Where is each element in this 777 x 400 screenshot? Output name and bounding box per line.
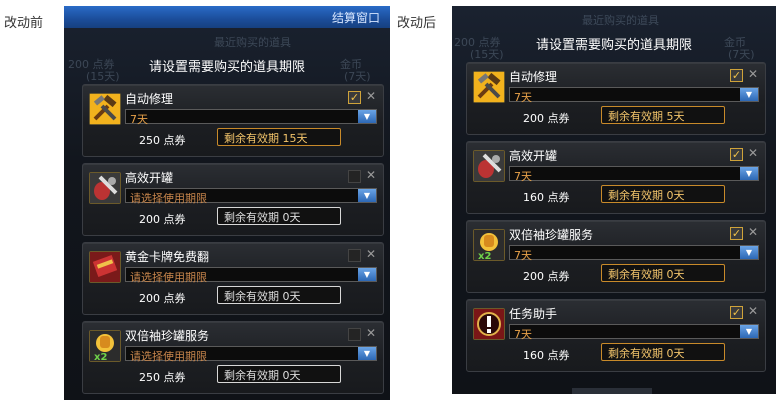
item-name: 双倍袖珍罐服务 [509, 228, 594, 242]
chevron-down-icon[interactable]: ▼ [358, 110, 376, 123]
item-card: 自动修理 ✓ ✕ 7天 ▼ 250 点券 剩余有效期 15天 [82, 84, 384, 157]
item-name: 高效开罐 [509, 149, 558, 163]
item-checkbox[interactable] [348, 249, 361, 262]
duration-select-value: 7天 [514, 249, 532, 262]
item-card: x2 双倍袖珍罐服务 ✕ 请选择使用期限 ▼ 250 点券 剩余有效期 0天 [82, 321, 384, 394]
duration-select[interactable]: 请选择使用期限 ▼ [125, 267, 377, 284]
duration-select[interactable]: 7天 ▼ [509, 166, 759, 183]
window-topbar: 结算窗口 [64, 6, 390, 28]
item-price: 250 点券 [139, 134, 186, 147]
remaining-validity: 剩余有效期 0天 [217, 286, 341, 304]
duration-select[interactable]: 7天 ▼ [509, 324, 759, 341]
double-can-icon: x2 [473, 229, 505, 262]
remaining-validity: 剩余有效期 0天 [217, 365, 341, 383]
duration-select[interactable]: 请选择使用期限 ▼ [125, 188, 377, 205]
chevron-down-icon[interactable]: ▼ [358, 268, 376, 281]
caption-before: 改动前 [4, 16, 44, 31]
duration-select-value: 7天 [514, 170, 532, 183]
svg-text:x2: x2 [94, 352, 107, 361]
item-price: 160 点券 [523, 349, 570, 362]
item-name: 任务助手 [509, 307, 558, 321]
ghost-title: 最近购买的道具 [214, 36, 291, 49]
scroll-hint [572, 388, 652, 394]
caption-after: 改动后 [397, 16, 437, 31]
can-opener-icon [89, 172, 121, 204]
dialog-title: 请设置需要购买的道具期限 [535, 38, 692, 53]
duration-select-value: 请选择使用期限 [130, 350, 207, 363]
item-checkbox[interactable]: ✓ [730, 148, 743, 161]
double-can-icon: x2 [89, 330, 121, 363]
remove-icon[interactable]: ✕ [366, 89, 376, 103]
item-card: 自动修理 ✓ ✕ 7天 ▼ 200 点券 剩余有效期 5天 [466, 62, 766, 135]
item-checkbox[interactable]: ✓ [730, 306, 743, 319]
item-card: x2 双倍袖珍罐服务 ✓ ✕ 7天 ▼ 200 点券 剩余有效期 0天 [466, 220, 766, 293]
chevron-down-icon[interactable]: ▼ [358, 347, 376, 360]
item-checkbox[interactable]: ✓ [730, 69, 743, 82]
duration-select-value: 请选择使用期限 [130, 271, 207, 284]
remove-icon[interactable]: ✕ [748, 304, 758, 318]
item-checkbox[interactable]: ✓ [348, 91, 361, 104]
remove-icon[interactable]: ✕ [748, 225, 758, 239]
chevron-down-icon[interactable]: ▼ [740, 246, 758, 259]
duration-select[interactable]: 7天 ▼ [125, 109, 377, 126]
item-checkbox[interactable] [348, 328, 361, 341]
duration-select-value: 7天 [514, 328, 532, 341]
item-price: 200 点券 [139, 292, 186, 305]
dialog-title: 请设置需要购买的道具期限 [148, 60, 305, 75]
remaining-validity: 剩余有效期 0天 [601, 264, 725, 282]
gold-card-icon [89, 251, 121, 283]
item-name: 自动修理 [125, 92, 174, 106]
ghost-title: 最近购买的道具 [582, 14, 659, 27]
remove-icon[interactable]: ✕ [366, 168, 376, 182]
chevron-down-icon[interactable]: ▼ [740, 167, 758, 180]
item-name: 高效开罐 [125, 171, 174, 185]
item-name: 双倍袖珍罐服务 [125, 329, 210, 343]
item-card: 任务助手 ✓ ✕ 7天 ▼ 160 点券 剩余有效期 0天 [466, 299, 766, 372]
chevron-down-icon[interactable]: ▼ [740, 325, 758, 338]
duration-select-value: 7天 [130, 113, 148, 126]
item-checkbox[interactable]: ✓ [730, 227, 743, 240]
item-price: 160 点券 [523, 191, 570, 204]
duration-select[interactable]: 请选择使用期限 ▼ [125, 346, 377, 363]
item-card: 高效开罐 ✕ 请选择使用期限 ▼ 200 点券 剩余有效期 0天 [82, 163, 384, 236]
hammer-wrench-icon [89, 93, 121, 125]
remove-icon[interactable]: ✕ [366, 247, 376, 261]
chevron-down-icon[interactable]: ▼ [358, 189, 376, 202]
item-name: 自动修理 [509, 70, 558, 84]
duration-select-value: 7天 [514, 91, 532, 104]
duration-select[interactable]: 7天 ▼ [509, 87, 759, 104]
item-checkbox[interactable] [348, 170, 361, 183]
mission-helper-icon [473, 308, 505, 340]
hammer-wrench-icon [473, 71, 505, 103]
duration-select[interactable]: 7天 ▼ [509, 245, 759, 262]
remove-icon[interactable]: ✕ [748, 67, 758, 81]
can-opener-icon [473, 150, 505, 182]
remove-icon[interactable]: ✕ [748, 146, 758, 160]
remaining-validity: 剩余有效期 0天 [217, 207, 341, 225]
settlement-panel-before: 结算窗口 最近购买的道具 200 点券 (15天) 金币 (7天) 请设置需要购… [64, 6, 390, 400]
remove-icon[interactable]: ✕ [366, 326, 376, 340]
remaining-validity: 剩余有效期 0天 [601, 343, 725, 361]
item-price: 250 点券 [139, 371, 186, 384]
item-price: 200 点券 [523, 112, 570, 125]
remaining-validity: 剩余有效期 15天 [217, 128, 341, 146]
settlement-panel-after: 最近购买的道具 200 点券 (15天) 金币 (7天) 请设置需要购买的道具期… [452, 6, 776, 394]
item-card: 高效开罐 ✓ ✕ 7天 ▼ 160 点券 剩余有效期 0天 [466, 141, 766, 214]
svg-text:x2: x2 [478, 251, 491, 260]
item-card: 黄金卡牌免费翻 ✕ 请选择使用期限 ▼ 200 点券 剩余有效期 0天 [82, 242, 384, 315]
remaining-validity: 剩余有效期 5天 [601, 106, 725, 124]
item-price: 200 点券 [139, 213, 186, 226]
item-price: 200 点券 [523, 270, 570, 283]
item-name: 黄金卡牌免费翻 [125, 250, 210, 264]
settlement-window-button[interactable]: 结算窗口 [332, 9, 380, 26]
remaining-validity: 剩余有效期 0天 [601, 185, 725, 203]
chevron-down-icon[interactable]: ▼ [740, 88, 758, 101]
duration-select-value: 请选择使用期限 [130, 192, 207, 205]
